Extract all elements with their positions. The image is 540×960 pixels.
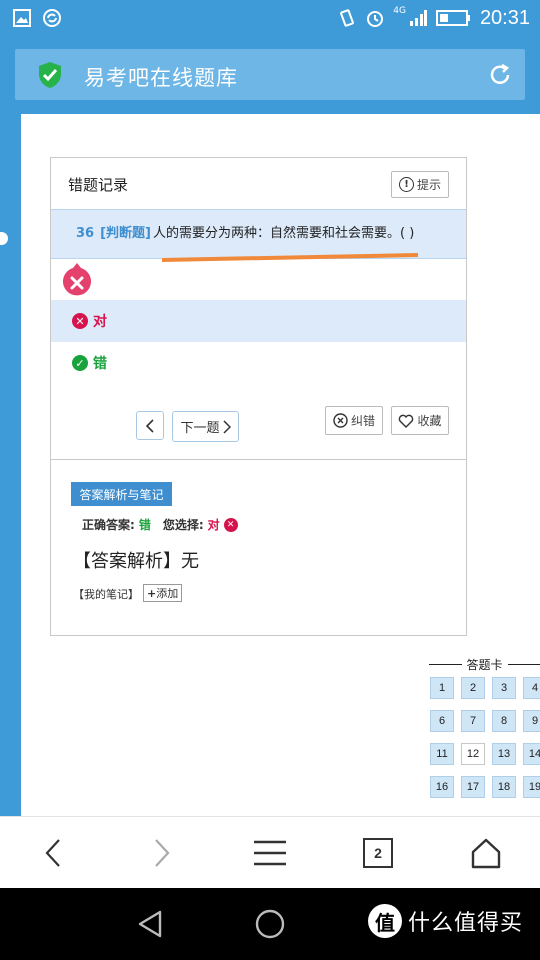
answer-card-cell[interactable]: 18 (492, 776, 516, 798)
back-button[interactable] (33, 833, 73, 873)
home-circle-icon[interactable] (252, 906, 288, 942)
answer-card-cell[interactable]: 14 (523, 743, 540, 765)
next-question-button[interactable]: 下一题 (172, 411, 239, 442)
question: 36 [判断题] 人的需要分为两种：自然需要和社会需要。( ) (76, 222, 414, 241)
alarm-icon (367, 11, 384, 27)
wrong-x-icon: ✕ (223, 517, 238, 532)
heart-icon (399, 414, 414, 428)
wrong-question-card: 错题记录 ! 提示 36 [判断题] 人的需要分为两种：自然需要和社会需要。( ) … (50, 157, 467, 636)
answer-summary: 正确答案: 错 您选择: 对 ✕ (82, 516, 238, 533)
analysis-tab[interactable]: 答案解析与笔记 (71, 482, 172, 506)
browser-toolbar: 2 (0, 816, 540, 888)
chevron-left-icon (45, 839, 60, 867)
battery-icon (435, 10, 470, 26)
answer-card-cell[interactable]: 7 (461, 710, 485, 732)
card-title: 错题记录 (68, 176, 129, 194)
your-choice-value: 对 (207, 518, 220, 532)
exclamation-icon: ! (398, 177, 414, 192)
answer-card-cell[interactable]: 16 (430, 776, 454, 798)
hamburger-icon (254, 840, 286, 866)
tab-count: 2 (363, 838, 393, 868)
answer-card-title: 答题卡 (419, 655, 540, 673)
favorite-label: 收藏 (417, 414, 442, 428)
title-rule (429, 663, 462, 665)
wrong-x-icon: ✕ (72, 313, 88, 329)
signal-icon (409, 10, 427, 26)
hint-label: 提示 (416, 178, 441, 192)
report-error-label: 纠错 (350, 414, 375, 428)
favorite-button[interactable]: 收藏 (391, 406, 449, 435)
scroll-dot[interactable] (0, 232, 8, 245)
chevron-right-icon (155, 839, 170, 867)
title-rule (507, 663, 540, 665)
browser-address-bar: 易考吧在线题库 (0, 38, 540, 114)
system-nav-bar: 值 什么值得买 (0, 888, 540, 960)
next-label: 下一题 (180, 421, 220, 436)
back-triangle-icon[interactable] (132, 906, 168, 942)
answer-card-cell[interactable]: 9 (523, 710, 540, 732)
image-icon (13, 9, 31, 27)
answer-card-cell[interactable]: 17 (461, 776, 485, 798)
shield-check-icon (39, 62, 61, 88)
status-bar: 4G 20:31 (0, 0, 540, 38)
answer-card-panel: 答题卡 1 2 3 4 6 7 8 9 11 12 13 14 16 17 18 19 (419, 652, 540, 816)
orange-underline-annotation (162, 253, 418, 262)
analysis-text: 【答案解析】无 (73, 551, 199, 572)
home-icon (471, 838, 501, 869)
report-error-button[interactable]: 纠错 (325, 406, 383, 435)
answer-card-cell[interactable]: 8 (492, 710, 516, 732)
option-label: 错 (93, 356, 107, 372)
watermark-logo: 值 (368, 904, 402, 938)
answer-card-cell[interactable]: 2 (461, 677, 485, 699)
network-type: 4G (393, 6, 406, 16)
divider (51, 459, 466, 460)
answer-card-cell[interactable]: 13 (492, 743, 516, 765)
option-true[interactable]: ✕ 对 (51, 300, 466, 342)
add-note-button[interactable]: + 添加 (143, 584, 183, 602)
home-button[interactable] (466, 833, 506, 873)
card-header: 错题记录 ! 提示 (51, 158, 466, 209)
correct-answer-value: 错 (138, 518, 151, 532)
page-title: 易考吧在线题库 (84, 66, 238, 90)
answer-card-cell[interactable]: 3 (492, 677, 516, 699)
menu-button[interactable] (250, 833, 290, 873)
previous-question-button[interactable] (136, 411, 164, 440)
question-type: [判断题] (100, 226, 151, 241)
question-text: 人的需要分为两种：自然需要和社会需要。( ) (152, 226, 415, 241)
watermark-text: 什么值得买 (408, 911, 524, 936)
circle-x-icon (333, 413, 348, 428)
chevron-left-icon (145, 418, 154, 433)
sync-icon (43, 9, 61, 27)
forward-button[interactable] (142, 833, 182, 873)
answer-card-cell[interactable]: 19 (523, 776, 540, 798)
answer-card-cell[interactable]: 11 (430, 743, 454, 765)
watermark: 值 什么值得买 (368, 904, 523, 938)
question-row: 36 [判断题] 人的需要分为两种：自然需要和社会需要。( ) (51, 209, 466, 259)
clock: 20:31 (479, 7, 530, 29)
your-choice-label: 您选择: (162, 518, 204, 532)
answer-card-label: 答题卡 (466, 657, 503, 672)
my-notes-label: 【我的笔记】 (73, 588, 139, 601)
answer-card-cell[interactable]: 1 (430, 677, 454, 699)
option-false[interactable]: ✓ 错 (51, 342, 466, 384)
check-icon: ✓ (72, 355, 88, 371)
correct-answer-label: 正确答案: (82, 518, 135, 532)
wrong-marker-icon (63, 263, 91, 296)
reload-icon[interactable] (487, 62, 513, 88)
add-label: 添加 (156, 587, 179, 600)
hint-button[interactable]: ! 提示 (391, 171, 449, 198)
answer-card-cell[interactable]: 4 (523, 677, 540, 699)
option-label: 对 (93, 314, 107, 330)
vibrate-icon (340, 9, 355, 27)
tabs-button[interactable]: 2 (358, 833, 398, 873)
chevron-right-icon (222, 419, 231, 434)
answer-card-cell[interactable]: 6 (430, 710, 454, 732)
url-box[interactable]: 易考吧在线题库 (15, 49, 525, 100)
question-number: 36 (76, 226, 95, 241)
answer-card-cell[interactable]: 12 (461, 743, 485, 765)
left-edge-bar (0, 114, 21, 816)
plus-icon: + (147, 586, 157, 600)
